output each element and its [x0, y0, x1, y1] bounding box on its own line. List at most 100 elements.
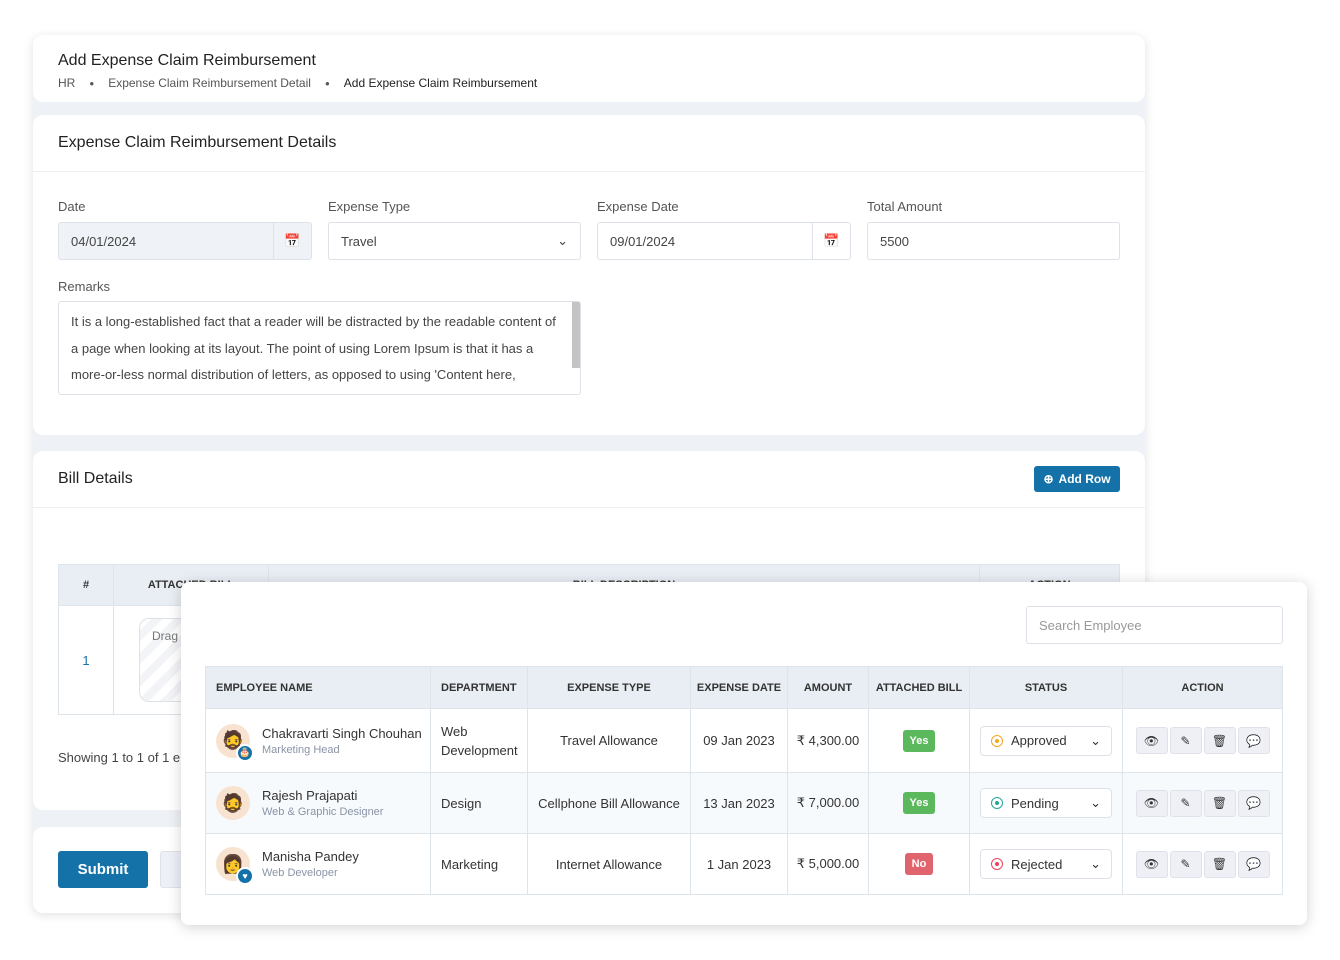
date-input[interactable]: 04/01/2024 📅	[58, 222, 312, 260]
chevron-down-icon: ⌄	[557, 233, 568, 248]
add-row-button[interactable]: ⊕ Add Row	[1034, 466, 1120, 492]
trash-icon[interactable]: 🗑	[1203, 727, 1236, 754]
expense-type-label: Expense Type	[328, 199, 411, 214]
expense-date: 09 Jan 2023	[690, 708, 788, 773]
view-icon[interactable]: 👁	[1135, 727, 1168, 754]
comment-icon[interactable]: 💬	[1237, 789, 1270, 817]
department: Marketing	[430, 833, 528, 895]
section-title: Expense Claim Reimbursement Details	[58, 134, 337, 151]
expense-type: Travel Allowance	[527, 708, 691, 773]
status-value: Approved	[1011, 733, 1067, 748]
expense-date: 1 Jan 2023	[690, 833, 788, 895]
avatar: 👩 ♥	[216, 847, 254, 885]
status-select[interactable]: Rejected ⌄	[980, 849, 1112, 879]
col-status: STATUS	[969, 666, 1123, 709]
breadcrumb-current: Add Expense Claim Reimbursement	[343, 76, 538, 90]
breadcrumb-detail[interactable]: Expense Claim Reimbursement Detail	[108, 76, 311, 90]
status-dot-icon	[991, 797, 1003, 809]
amount: ₹ 5,000.00	[787, 833, 869, 895]
employee-role: Marketing Head	[262, 743, 340, 756]
remarks-value: It is a long-established fact that a rea…	[71, 314, 556, 382]
expense-type-value: Travel	[341, 233, 377, 249]
avatar: 🧔	[216, 786, 250, 820]
edit-icon[interactable]: ✎	[1169, 727, 1202, 754]
chevron-down-icon: ⌄	[1090, 856, 1101, 871]
pagination-info: Showing 1 to 1 of 1 e	[58, 750, 181, 765]
col-action: ACTION	[1122, 666, 1283, 709]
employee-expense-panel: Search Employee EMPLOYEE NAME DEPARTMENT…	[181, 582, 1307, 925]
breadcrumb: HR ● Expense Claim Reimbursement Detail ● …	[58, 76, 538, 90]
chevron-down-icon: ⌄	[1090, 795, 1101, 810]
date-label: Date	[58, 199, 86, 214]
trash-icon[interactable]: 🗑	[1203, 850, 1236, 878]
department: Design	[430, 772, 528, 834]
employee-expense-table: EMPLOYEE NAME DEPARTMENT EXPENSE TYPE EX…	[205, 666, 1283, 895]
bill-title: Bill Details	[58, 470, 133, 487]
expense-type-select[interactable]: Travel ⌄	[328, 222, 581, 260]
expense-date-input[interactable]: 09/01/2024 📅	[597, 222, 851, 260]
status-select[interactable]: Pending ⌄	[980, 788, 1112, 818]
col-amount: AMOUNT	[787, 666, 869, 709]
plus-circle-icon: ⊕	[1043, 472, 1054, 486]
expense-date-value: 09/01/2024	[610, 233, 676, 249]
submit-button[interactable]: Submit	[58, 851, 148, 888]
search-placeholder: Search Employee	[1039, 617, 1142, 633]
attached-bill-badge: No	[904, 853, 934, 875]
page-header: Add Expense Claim Reimbursement HR ● Expe…	[33, 35, 1145, 102]
edit-icon[interactable]: ✎	[1169, 850, 1202, 878]
comment-icon[interactable]: 💬	[1237, 727, 1270, 754]
col-attached-bill: ATTACHED BILL	[868, 666, 970, 709]
col-index: #	[58, 564, 114, 606]
amount: ₹ 7,000.00	[787, 772, 869, 834]
amount: ₹ 4,300.00	[787, 708, 869, 773]
calendar-icon[interactable]: 📅	[812, 223, 850, 259]
page-title: Add Expense Claim Reimbursement	[58, 52, 316, 69]
row-index: 1	[58, 605, 114, 715]
employee-name[interactable]: Chakravarti Singh Chouhan	[262, 726, 422, 741]
trash-icon[interactable]: 🗑	[1203, 789, 1236, 817]
comment-icon[interactable]: 💬	[1237, 850, 1270, 878]
details-card: Expense Claim Reimbursement Details Date…	[33, 115, 1145, 435]
col-employee-name: EMPLOYEE NAME	[205, 666, 431, 709]
department: Web Development	[430, 708, 528, 773]
employee-name[interactable]: Manisha Pandey	[262, 849, 359, 864]
col-expense-type: EXPENSE TYPE	[527, 666, 691, 709]
calendar-icon[interactable]: 📅	[273, 223, 311, 259]
edit-icon[interactable]: ✎	[1169, 789, 1202, 817]
table-row: 🧔 Rajesh Prajapati Web & Graphic Designer…	[205, 772, 1283, 834]
status-select[interactable]: Approved ⌄	[980, 725, 1112, 756]
add-row-label: Add Row	[1058, 472, 1111, 486]
expense-date: 13 Jan 2023	[690, 772, 788, 834]
search-employee-input[interactable]: Search Employee	[1026, 606, 1283, 644]
expense-type: Internet Allowance	[527, 833, 691, 895]
chevron-down-icon: ⌄	[1090, 732, 1101, 748]
view-icon[interactable]: 👁	[1135, 850, 1168, 878]
total-amount-value: 5500	[880, 233, 909, 249]
heart-icon: ♥	[236, 867, 254, 885]
employee-role: Web Developer	[262, 867, 338, 879]
employee-name[interactable]: Rajesh Prajapati	[262, 788, 383, 803]
status-dot-icon	[991, 734, 1003, 747]
remarks-label: Remarks	[58, 279, 111, 294]
employee-role: Web & Graphic Designer	[262, 806, 384, 818]
table-row: 🧔 🎂 Chakravarti Singh Chouhan Marketing He…	[205, 708, 1283, 773]
cake-icon: 🎂	[236, 743, 254, 762]
breadcrumb-hr[interactable]: HR	[58, 76, 75, 90]
attached-bill-badge: Yes	[902, 729, 936, 752]
divider	[33, 507, 1145, 508]
expense-type: Cellphone Bill Allowance	[527, 772, 691, 834]
status-value: Rejected	[1011, 856, 1063, 872]
expense-date-label: Expense Date	[597, 199, 679, 214]
view-icon[interactable]: 👁	[1135, 789, 1168, 817]
scrollbar[interactable]	[572, 302, 580, 368]
col-expense-date: EXPENSE DATE	[690, 666, 788, 709]
total-amount-label: Total Amount	[867, 199, 943, 214]
remarks-textarea[interactable]: It is a long-established fact that a rea…	[58, 301, 581, 395]
total-amount-input[interactable]: 5500	[867, 222, 1120, 260]
avatar: 🧔 🎂	[216, 723, 254, 762]
col-department: DEPARTMENT	[430, 666, 528, 709]
divider	[33, 171, 1145, 172]
status-value: Pending	[1011, 795, 1059, 811]
table-row: 👩 ♥ Manisha Pandey Web Developer Marketing…	[205, 833, 1283, 895]
status-dot-icon	[991, 858, 1003, 870]
